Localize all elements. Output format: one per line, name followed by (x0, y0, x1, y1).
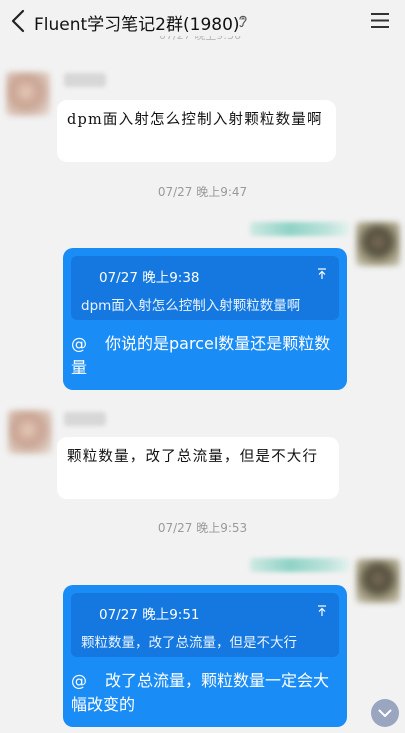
avatar[interactable] (6, 72, 50, 116)
message-text: dpm面入射怎么控制入射颗粒数量啊 (67, 112, 323, 128)
jump-to-quote-icon[interactable] (317, 605, 327, 617)
avatar[interactable] (8, 410, 52, 454)
partial-timestamp: 07/27 晚上9:36 (150, 36, 250, 46)
message-text: 颗粒数量，改了总流量，但是不大行 (67, 449, 319, 465)
quoted-message[interactable]: 07/27 晚上9:51 颗粒数量，改了总流量，但是不大行 (71, 593, 339, 657)
message-bubble[interactable]: 07/27 晚上9:51 颗粒数量，改了总流量，但是不大行 @ 改了总流量，颗粒数… (63, 585, 347, 727)
mention[interactable]: @ (71, 671, 87, 690)
message-bubble[interactable]: 颗粒数量，改了总流量，但是不大行 (57, 437, 339, 499)
sender-name-blurred (250, 558, 350, 572)
quote-time: 07/27 晚上9:51 (99, 607, 200, 623)
quote-text: 颗粒数量，改了总流量，但是不大行 (81, 635, 297, 651)
jump-to-quote-icon[interactable] (317, 268, 327, 280)
mention[interactable]: @ (71, 334, 87, 353)
quote-text: dpm面入射怎么控制入射颗粒数量啊 (81, 298, 301, 314)
menu-icon[interactable] (370, 12, 390, 29)
ear-mute-icon (239, 15, 247, 28)
avatar[interactable] (356, 222, 400, 266)
reply-text: 改了总流量，颗粒数量一定会大幅改变的 (71, 671, 330, 714)
timestamp: 07/27 晚上9:47 (157, 185, 248, 199)
chevron-down-icon (378, 709, 392, 717)
scroll-to-bottom-button[interactable] (371, 699, 399, 727)
message-bubble[interactable]: dpm面入射怎么控制入射颗粒数量啊 (57, 100, 336, 162)
sender-name-blurred (64, 412, 106, 426)
sender-name-blurred (64, 73, 106, 87)
message-text: @ 改了总流量，颗粒数量一定会大幅改变的 (71, 669, 339, 717)
avatar[interactable] (356, 559, 400, 603)
chat-title[interactable]: Fluent学习笔记2群(1980) (34, 10, 240, 35)
timestamp: 07/27 晚上9:53 (157, 521, 248, 535)
back-arrow-icon[interactable] (8, 8, 30, 34)
reply-text: 你说的是parcel数量还是颗粒数量 (71, 334, 331, 377)
quote-time: 07/27 晚上9:38 (99, 270, 200, 286)
message-text: @ 你说的是parcel数量还是颗粒数量 (71, 332, 339, 380)
message-bubble[interactable]: 07/27 晚上9:38 dpm面入射怎么控制入射颗粒数量啊 @ 你说的是parc… (63, 248, 347, 390)
sender-name-blurred (250, 222, 350, 236)
quoted-message[interactable]: 07/27 晚上9:38 dpm面入射怎么控制入射颗粒数量啊 (71, 256, 339, 320)
